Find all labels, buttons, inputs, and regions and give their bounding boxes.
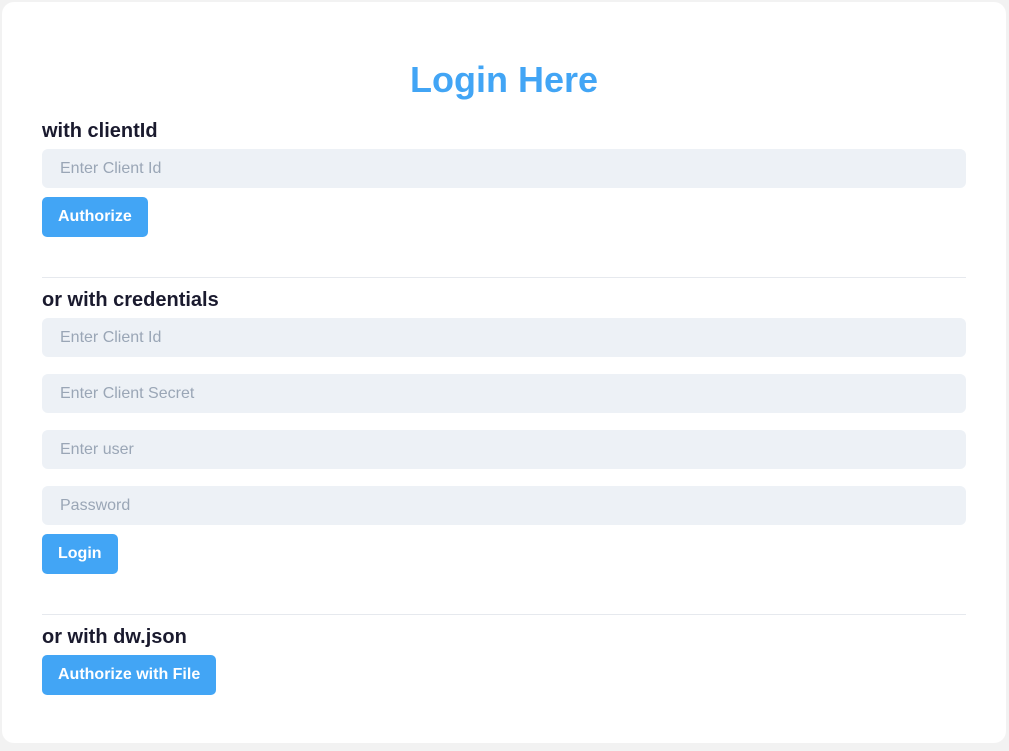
authorize-with-file-button[interactable]: Authorize with File	[42, 655, 217, 695]
credentials-client-id-input[interactable]	[42, 318, 966, 357]
login-card: Login Here with clientId Authorize or wi…	[2, 2, 1006, 743]
credentials-section-heading: or with credentials	[42, 289, 219, 311]
client-id-input[interactable]	[42, 149, 966, 188]
password-input[interactable]	[42, 486, 966, 525]
user-input[interactable]	[42, 430, 966, 469]
file-section-heading: or with dw.json	[42, 626, 187, 648]
client-secret-input[interactable]	[42, 374, 966, 413]
client-id-section-heading: with clientId	[42, 120, 158, 142]
page-title: Login Here	[409, 59, 598, 100]
section-divider	[42, 614, 966, 615]
authorize-button[interactable]: Authorize	[42, 197, 148, 237]
login-button[interactable]: Login	[42, 534, 118, 574]
section-divider	[42, 277, 966, 278]
